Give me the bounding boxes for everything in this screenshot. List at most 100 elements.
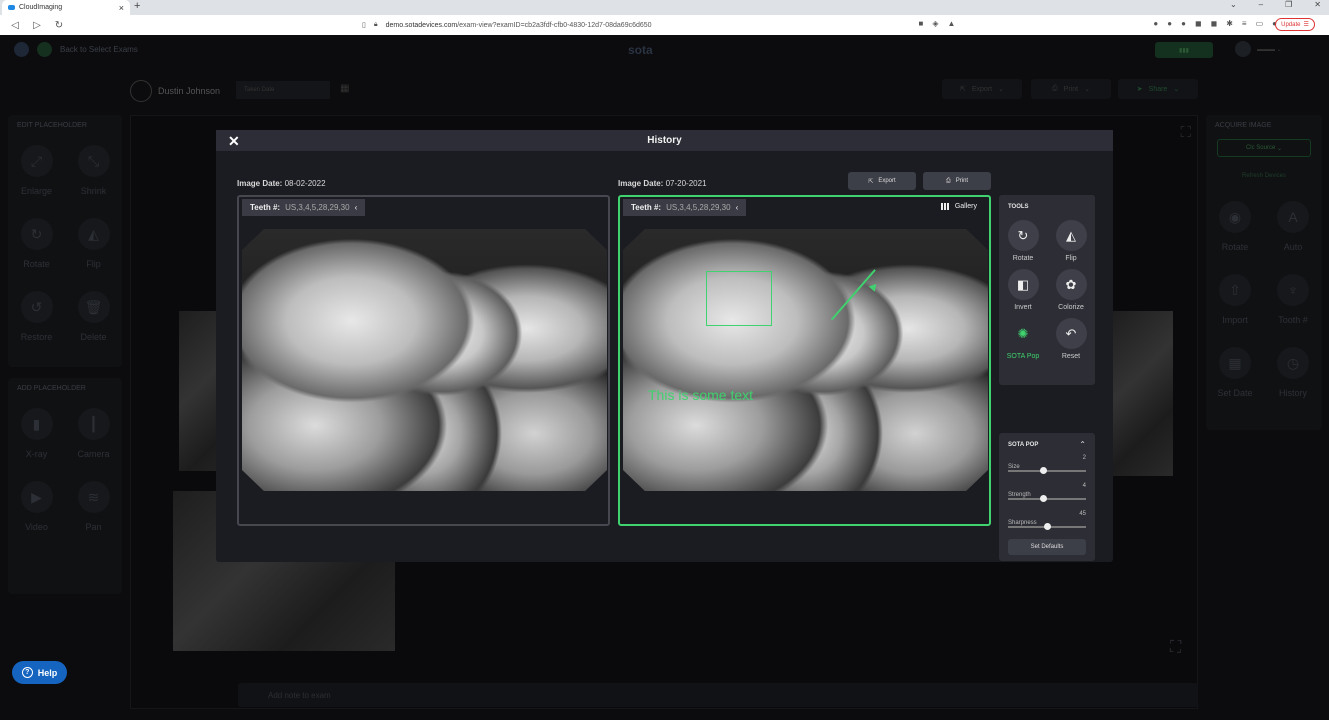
rotate-label: Rotate (23, 259, 50, 269)
enlarge-button[interactable]: ⤢ Enlarge (8, 139, 65, 212)
share-button[interactable]: ➤ Share ⌄ (1118, 79, 1198, 99)
annotation-text[interactable]: This is some text (648, 387, 753, 403)
flip-button[interactable]: ◭ Flip (65, 212, 122, 285)
print-label: Print (1063, 85, 1079, 93)
extension-icon[interactable]: ● (1153, 19, 1158, 28)
slider-handle[interactable] (1040, 467, 1048, 474)
shield-icon[interactable]: ◈ (932, 19, 938, 28)
modal-export-button[interactable]: ⇱ Export (848, 172, 916, 190)
xray-button[interactable]: ▮ X-ray (8, 402, 65, 475)
back-to-exams-link[interactable]: Back to Select Exams (60, 45, 138, 54)
import-button[interactable]: ⇧ Import (1206, 268, 1264, 341)
xray-sensor-icon: ▮ (20, 408, 53, 440)
tool-sota-pop-button[interactable]: ✺ SOTA Pop (999, 318, 1047, 361)
shrink-button[interactable]: ⤡ Shrink (65, 139, 122, 212)
user-menu[interactable]: ▬▬▬ ⌄ (1235, 41, 1282, 57)
grid-icon (940, 203, 950, 210)
intraoral-camera-icon: ┃ (77, 408, 110, 440)
left-image-frame[interactable]: Teeth #: US,3,4,5,28,29,30 ‹ (237, 195, 610, 526)
source-select[interactable]: Clc Source ⌄ (1217, 139, 1311, 157)
close-window-icon[interactable]: ✕ (1314, 0, 1321, 9)
update-label: Update (1281, 21, 1301, 28)
slider-handle[interactable] (1044, 523, 1051, 530)
tool-rotate-button[interactable]: ↻ Rotate (999, 220, 1047, 262)
xray-thumbnail[interactable] (1113, 311, 1173, 476)
puzzle-icon[interactable]: ✱ (1226, 19, 1233, 28)
expand-icon[interactable]: ⛶ (1170, 639, 1181, 657)
maximize-icon[interactable]: ❐ (1285, 0, 1292, 9)
panel-title: ADD PLACEHOLDER (17, 385, 86, 392)
chevron-left-icon[interactable]: ‹ (736, 203, 739, 212)
taken-date-field[interactable]: Taken Date (236, 81, 330, 99)
pan-button[interactable]: ≋ Pan (65, 475, 122, 548)
extension-icon[interactable]: ● (1167, 19, 1172, 28)
size-slider[interactable]: Size 2 (1008, 455, 1086, 477)
forward-arrow-icon[interactable]: ▷ (30, 20, 44, 31)
camera-icon[interactable]: ■ (918, 19, 923, 28)
annotation-rectangle[interactable] (706, 271, 772, 326)
xray-image[interactable]: This is some text (623, 229, 988, 491)
set-date-button[interactable]: ▦ Set Date (1206, 341, 1264, 414)
minimize-icon[interactable]: – (1259, 0, 1263, 9)
bookmark-icon[interactable]: ▯ (362, 21, 366, 29)
extension-icon[interactable]: ◼ (1195, 19, 1202, 28)
fullscreen-icon[interactable]: ⛶ (1180, 124, 1191, 141)
chevron-down-icon[interactable]: ⌄ (1230, 0, 1237, 9)
tooth-number-button[interactable]: ♆ Tooth # (1264, 268, 1322, 341)
gallery-button[interactable]: Gallery (940, 203, 977, 210)
new-tab-button[interactable]: + (134, 0, 140, 12)
calendar-icon[interactable]: ▦ (340, 83, 349, 94)
video-button[interactable]: ▶ Video (8, 475, 65, 548)
sharpness-slider[interactable]: Sharpness 45 (1008, 511, 1086, 533)
address-bar[interactable]: ▯ 🔒︎ demo.sotadevices.com/exam-view?exam… (362, 18, 962, 32)
print-button[interactable]: ⎙ Print ⌄ (1031, 79, 1111, 99)
acquire-rotate-button[interactable]: ◉ Rotate (1206, 195, 1264, 268)
upgrade-button[interactable]: ▮▮▮ (1155, 42, 1213, 58)
chevron-left-icon[interactable]: ‹ (355, 203, 358, 212)
window-icon[interactable]: ▭ (1256, 19, 1264, 28)
tool-invert-button[interactable]: ◧ Invert (999, 269, 1047, 311)
chevron-up-icon[interactable]: ⌃ (1079, 440, 1086, 449)
back-arrow-icon[interactable]: ◁ (8, 20, 22, 31)
close-icon[interactable]: × (119, 3, 124, 13)
list-icon[interactable]: ≡ (1242, 19, 1247, 28)
set-defaults-button[interactable]: Set Defaults (1008, 539, 1086, 555)
strength-slider[interactable]: Strength 4 (1008, 483, 1086, 505)
update-button[interactable]: Update ☰ (1275, 18, 1315, 31)
rotate-button[interactable]: ↻ Rotate (8, 212, 65, 285)
tool-flip-button[interactable]: ◭ Flip (1047, 220, 1095, 262)
url-path: /exam-view?examID=cb2a3fdf-cfb0-4830-12d… (457, 21, 652, 29)
auto-button[interactable]: A Auto (1264, 195, 1322, 268)
history-button[interactable]: ◷ History (1264, 341, 1322, 414)
extension-icon[interactable]: ◼ (1211, 19, 1218, 28)
restore-button[interactable]: ↺ Restore (8, 285, 65, 358)
close-icon[interactable]: ✕ (228, 133, 240, 150)
slider-handle[interactable] (1040, 495, 1048, 502)
delete-button[interactable]: 🗑︎ Delete (65, 285, 122, 358)
teeth-tag[interactable]: Teeth #: US,3,4,5,28,29,30 ‹ (242, 199, 366, 216)
exam-note-input[interactable]: Add note to exam (238, 683, 1198, 707)
tool-reset-button[interactable]: ↶ Reset (1047, 318, 1095, 360)
flip-icon: ◭ (77, 218, 110, 250)
annotation-arrow[interactable] (831, 269, 876, 320)
modal-header: ✕ History (216, 130, 1113, 151)
camera-label: Camera (77, 449, 110, 459)
modal-print-button[interactable]: ⎙ Print (923, 172, 991, 190)
sota-pop-header[interactable]: SOTA POP ⌃ (1008, 440, 1086, 449)
export-button[interactable]: ⇱ Export ⌄ (942, 79, 1022, 99)
camera-button[interactable]: ┃ Camera (65, 402, 122, 475)
back-circle-icon[interactable] (37, 42, 52, 57)
teeth-tag[interactable]: Teeth #: US,3,4,5,28,29,30 ‹ (623, 199, 747, 216)
extension-icon[interactable]: ● (1181, 19, 1186, 28)
alert-icon[interactable]: ▲ (947, 19, 955, 28)
right-image-frame[interactable]: Teeth #: US,3,4,5,28,29,30 ‹ Gallery Thi… (618, 195, 991, 526)
export-icon: ⇱ (960, 86, 966, 93)
menu-circle-icon[interactable] (14, 42, 29, 57)
reload-icon[interactable]: ↻ (52, 20, 66, 31)
xray-image[interactable] (242, 229, 607, 491)
enlarge-label: Enlarge (20, 186, 53, 196)
browser-tab[interactable]: CloudImaging × (2, 0, 130, 15)
tool-colorize-button[interactable]: ✿ Colorize (1047, 269, 1095, 311)
help-button[interactable]: ? Help (12, 661, 67, 684)
refresh-devices-link[interactable]: Refresh Devices (1206, 173, 1322, 179)
